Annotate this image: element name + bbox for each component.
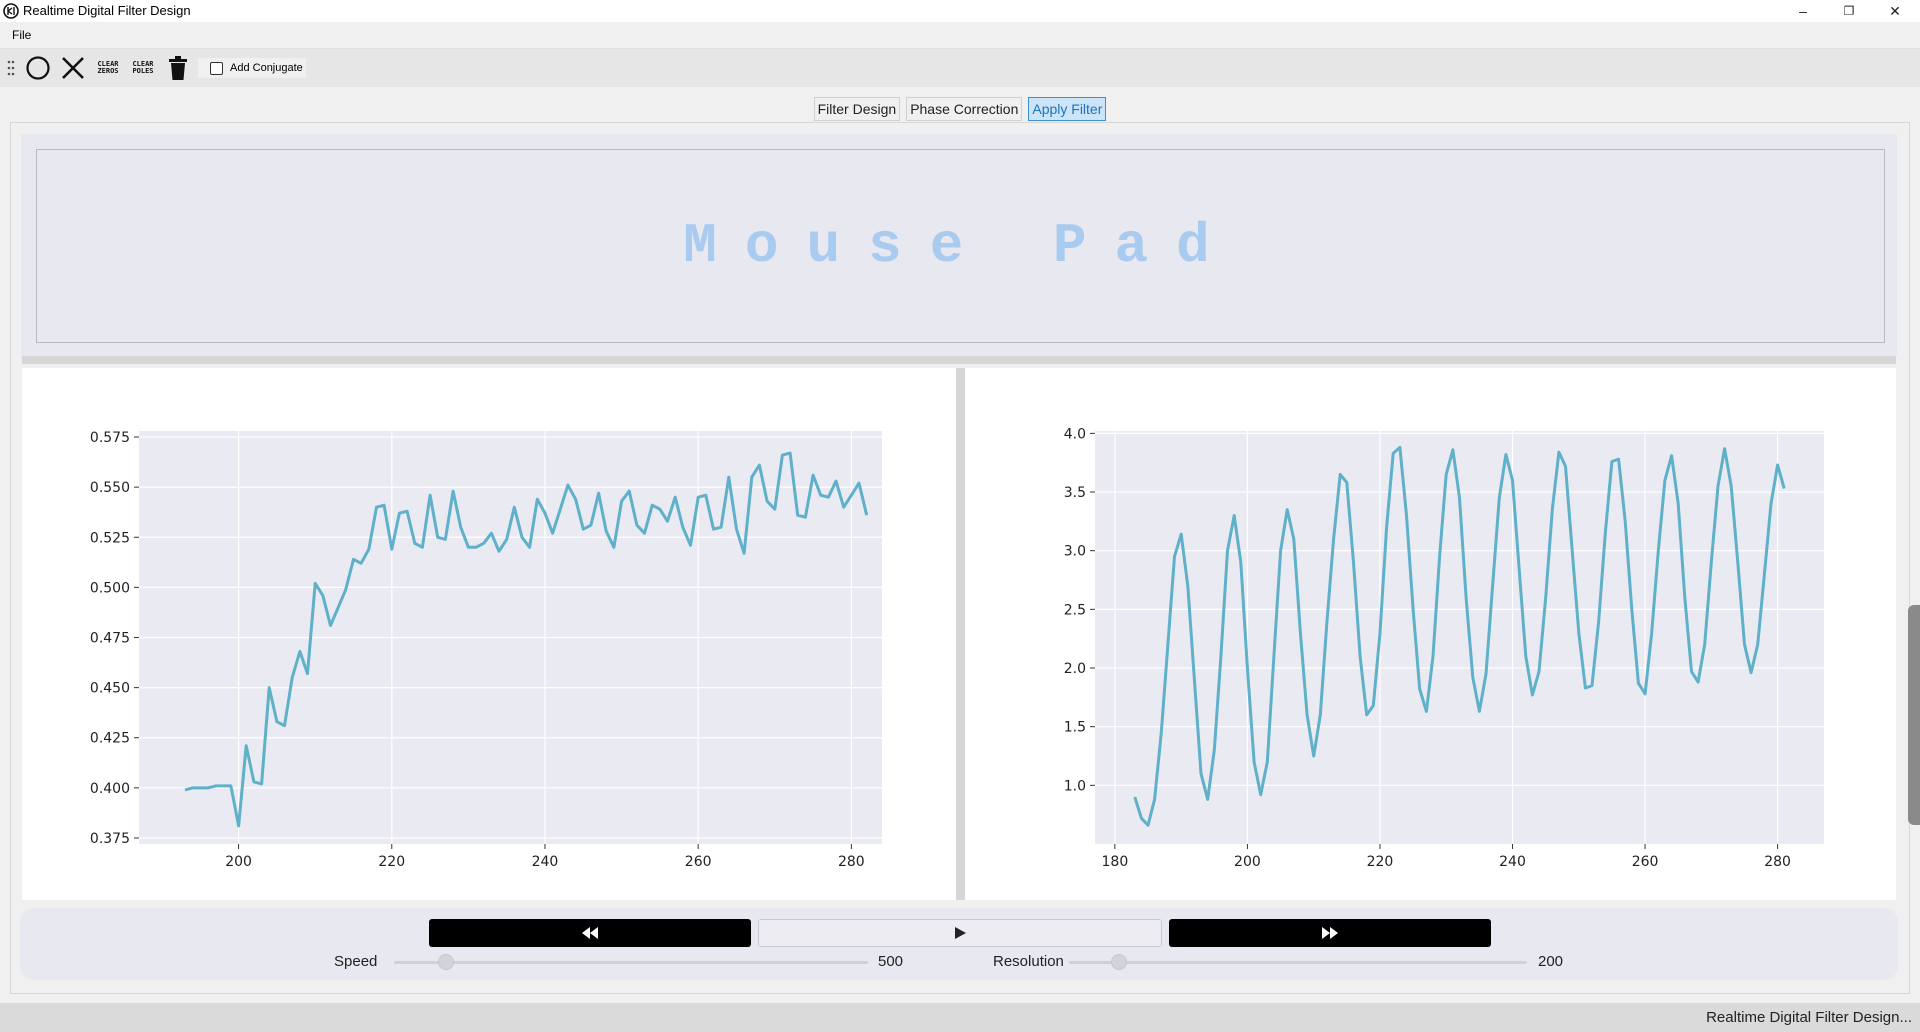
y-tick-label: 0.500 [90,580,130,596]
y-tick-label: 0.550 [90,480,130,496]
horizontal-splitter[interactable] [22,356,1896,364]
output-signal-chart: 180 200 220 240 260 280 1.0 1.5 2.0 2.5 3.0 3.5 4.0 [1064,426,1824,870]
trash-icon [169,56,187,80]
y-tick-label: 0.525 [90,530,130,546]
clear-zeros-label: CLEAR ZEROS [97,60,119,75]
cross-icon [62,57,84,79]
menu-file[interactable]: File [12,28,31,42]
y-tick-label: 0.450 [90,681,130,697]
x-tick-label: 260 [685,854,712,870]
vertical-splitter[interactable] [956,368,965,900]
y-tick-label: 0.475 [90,631,130,647]
minimize-icon: – [1799,3,1807,19]
x-tick-label: 220 [1367,854,1394,870]
circle-icon [26,56,50,80]
speed-slider[interactable] [394,954,868,970]
resolution-slider[interactable] [1069,954,1527,970]
tab-apply-filter[interactable]: Apply Filter [1028,97,1107,121]
y-tick-label: 4.0 [1064,426,1086,442]
fast-forward-button[interactable] [1169,919,1491,947]
status-text: Realtime Digital Filter Design... [1706,1009,1912,1026]
title-bar: Realtime Digital Filter Design – ❐ ✕ [0,0,1920,22]
menu-bar: File [0,22,1920,49]
play-button[interactable] [758,919,1162,947]
mouse-pad[interactable]: Mouse Pad [36,149,1885,343]
clear-zeros-button[interactable]: CLEAR ZEROS [93,54,123,82]
x-tick-label: 180 [1102,854,1129,870]
y-tick-label: 1.5 [1064,720,1086,736]
y-tick-label: 0.575 [90,430,130,446]
input-signal-chart: 200 220 240 260 280 0.375 0.400 0.425 0.450 0.475… [90,430,882,870]
status-bar: Realtime Digital Filter Design... [0,1003,1920,1032]
fast-forward-icon [1322,927,1338,939]
y-tick-label: 2.0 [1064,661,1086,677]
resolution-label: Resolution [993,953,1064,970]
y-tick-label: 1.0 [1064,778,1086,794]
output-signal-plot: 180 200 220 240 260 280 1.0 1.5 2.0 2.5 3.0 3.5 4.0 [965,368,1896,900]
mouse-pad-label: Mouse Pad [683,214,1238,278]
close-icon: ✕ [1889,2,1901,19]
add-pole-button[interactable] [58,54,88,82]
x-tick-label: 220 [378,854,405,870]
y-tick-label: 3.0 [1064,544,1086,560]
y-tick-label: 2.5 [1064,602,1086,618]
speed-slider-handle[interactable] [438,954,455,970]
minimize-button[interactable]: – [1780,0,1826,22]
rewind-button[interactable] [429,919,751,947]
tab-bar: Filter Design Phase Correction Apply Fil… [0,97,1920,123]
x-tick-label: 240 [532,854,559,870]
checkbox-icon[interactable] [210,61,223,75]
y-tick-label: 0.425 [90,731,130,747]
add-conjugate-checkbox[interactable]: Add Conjugate [198,58,306,78]
input-signal-plot: 200 220 240 260 280 0.375 0.400 0.425 0.450 0.475… [22,368,956,900]
x-tick-label: 200 [225,854,252,870]
clear-all-button[interactable] [163,54,193,82]
clear-poles-button[interactable]: CLEAR POLES [128,54,158,82]
toolbar: CLEAR ZEROS CLEAR POLES Add Conjugate [0,49,1920,87]
speed-value: 500 [878,953,904,970]
play-icon [954,927,966,939]
clear-poles-label: CLEAR POLES [132,60,154,75]
restore-icon: ❐ [1843,4,1855,18]
y-tick-label: 0.400 [90,781,130,797]
y-tick-label: 0.375 [90,831,130,847]
restore-button[interactable]: ❐ [1826,0,1872,22]
x-tick-label: 260 [1632,854,1659,870]
add-conjugate-label: Add Conjugate [230,62,303,74]
add-zero-button[interactable] [23,54,53,82]
tab-filter-design[interactable]: Filter Design [813,97,901,121]
x-tick-label: 200 [1234,854,1261,870]
resolution-value: 200 [1538,953,1564,970]
close-button[interactable]: ✕ [1872,0,1918,22]
x-tick-label: 280 [1764,854,1791,870]
tab-phase-correction[interactable]: Phase Correction [906,97,1023,121]
window-title: Realtime Digital Filter Design [23,3,191,18]
x-tick-label: 280 [838,854,865,870]
rewind-icon [582,927,598,939]
x-tick-label: 240 [1499,854,1526,870]
vertical-scrollbar[interactable] [1908,605,1920,825]
y-tick-label: 3.5 [1064,485,1086,501]
toolbar-grip-icon[interactable] [7,59,15,77]
speed-label: Speed [334,953,378,970]
app-icon [3,3,19,19]
